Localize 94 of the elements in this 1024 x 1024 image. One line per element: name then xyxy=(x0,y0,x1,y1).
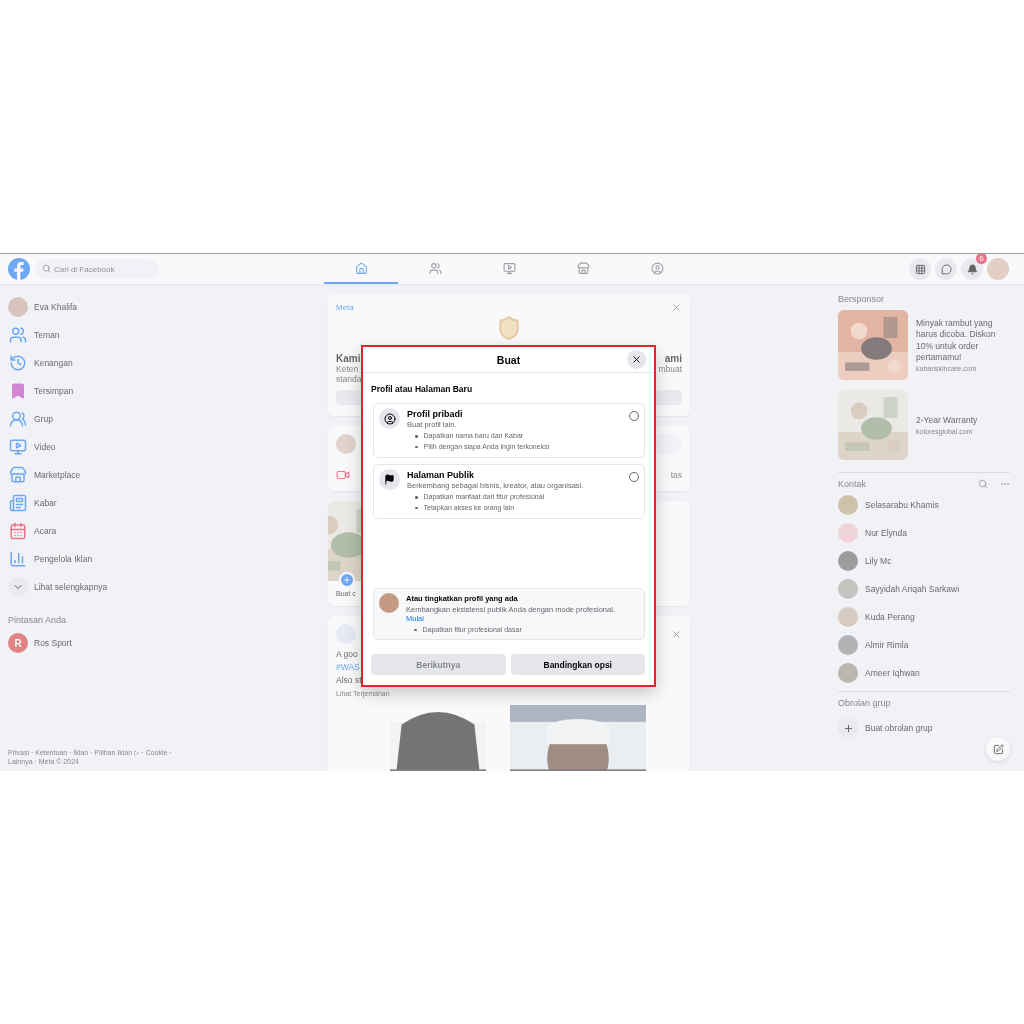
close-icon[interactable] xyxy=(671,628,682,640)
see-more-link[interactable]: Lihat selengkapnya xyxy=(34,582,108,592)
notification-badge: 6 xyxy=(976,254,987,264)
close-icon xyxy=(631,354,642,365)
sidebar-item[interactable]: Pengelola Iklan xyxy=(34,554,93,564)
messenger-button[interactable] xyxy=(935,258,957,280)
contact-avatar[interactable] xyxy=(838,523,858,543)
search-icon[interactable] xyxy=(978,479,988,489)
contact-name[interactable]: Lily Mc xyxy=(865,556,892,566)
store-icon xyxy=(576,261,590,275)
create-group-link[interactable]: Buat obrolan grup xyxy=(865,723,933,733)
compose-button[interactable] xyxy=(986,737,1010,761)
profile-avatar[interactable] xyxy=(8,297,28,317)
user-circle-icon xyxy=(379,408,400,429)
contact-avatar[interactable] xyxy=(838,551,858,571)
video-icon[interactable] xyxy=(8,437,28,457)
grid-icon xyxy=(914,263,926,275)
contact-avatar[interactable] xyxy=(838,607,858,627)
edit-icon xyxy=(992,743,1004,755)
sidebar-item[interactable]: Kenangan xyxy=(34,358,73,368)
logo-icon[interactable] xyxy=(8,258,30,280)
contact-name[interactable]: Sayyidah Ariqah Sarkawi xyxy=(865,584,960,594)
chat-bubble-icon xyxy=(940,263,952,275)
sidebar-item[interactable]: Marketplace xyxy=(34,470,81,480)
bullet-icon xyxy=(415,445,418,448)
plus-icon[interactable] xyxy=(838,718,858,738)
bullet-icon xyxy=(415,496,418,499)
menu-button[interactable] xyxy=(909,258,931,280)
sidebar-item[interactable]: Grup xyxy=(34,414,53,424)
user-circle-icon xyxy=(650,261,664,275)
profile-avatar[interactable] xyxy=(987,258,1009,280)
clock-icon[interactable] xyxy=(8,353,28,373)
shield-icon xyxy=(496,315,522,341)
bell-icon xyxy=(966,263,978,275)
contact-avatar[interactable] xyxy=(838,495,858,515)
section-title: Kontak xyxy=(838,479,867,489)
profile-name[interactable]: Eva Khalifa xyxy=(34,302,77,312)
compare-button[interactable]: Bandingkan opsi xyxy=(510,654,645,675)
bullet-icon xyxy=(414,628,417,631)
ad-text[interactable]: Minyak rambut yang harus dicoba. Diskon 10% untuk order pertamamu! xyxy=(916,317,1010,364)
section-title: Bersponsor xyxy=(838,294,885,304)
flag-icon xyxy=(379,469,400,490)
contact-name[interactable]: Kuda Perang xyxy=(865,612,915,622)
post-text: A goo xyxy=(336,648,359,661)
card-heading: Kami xyxy=(336,353,361,364)
home-icon xyxy=(354,261,368,275)
close-icon[interactable] xyxy=(671,302,682,313)
friends-icon xyxy=(428,261,442,275)
newspaper-icon[interactable] xyxy=(8,493,28,513)
option-title: Halaman Publik xyxy=(407,470,476,480)
contact-avatar[interactable] xyxy=(838,663,858,683)
video-camera-icon[interactable] xyxy=(336,468,350,482)
profile-avatar xyxy=(336,434,356,454)
bullet-icon xyxy=(415,506,418,509)
post-text: Also st xyxy=(336,674,363,687)
contact-name[interactable]: Nur Elynda xyxy=(865,528,908,538)
card-heading: ami xyxy=(664,353,682,364)
contact-avatar[interactable] xyxy=(838,635,858,655)
calendar-icon[interactable] xyxy=(8,521,28,541)
sidebar-item[interactable]: Tersimpan xyxy=(34,386,74,396)
contact-avatar[interactable] xyxy=(838,579,858,599)
bar-chart-icon[interactable] xyxy=(8,549,28,569)
store-icon[interactable] xyxy=(8,465,28,485)
page-avatar[interactable] xyxy=(336,624,356,644)
section-title: Pintasan Anda xyxy=(8,615,67,625)
card-text: mbuat xyxy=(658,364,682,374)
friends-icon[interactable] xyxy=(8,325,28,345)
ad-text[interactable]: 2-Year Warranty xyxy=(916,414,978,427)
section-title: Profil atau Halaman Baru xyxy=(371,384,474,394)
close-button[interactable] xyxy=(627,350,646,369)
sidebar-item[interactable]: Video xyxy=(34,442,56,452)
meta-brand: Meta xyxy=(336,303,354,312)
add-story-button[interactable] xyxy=(339,572,355,588)
shortcut-item[interactable]: Ros Sport xyxy=(34,638,72,648)
card-text: standa xyxy=(336,374,363,384)
card-text: Keten xyxy=(336,364,359,374)
search-field[interactable]: Cari di Facebook xyxy=(35,259,159,279)
dialog-title: Buat xyxy=(496,353,521,366)
option-title: Profil pribadi xyxy=(407,409,464,419)
sidebar-item[interactable]: Teman xyxy=(34,330,60,340)
profile-avatar xyxy=(379,592,399,613)
search-icon xyxy=(42,264,51,273)
sidebar-item[interactable]: Acara xyxy=(34,526,57,536)
contact-name[interactable]: Ameer Iqhwan xyxy=(865,668,920,678)
composer-action[interactable]: tas xyxy=(670,470,682,480)
group-icon[interactable] xyxy=(8,409,28,429)
contact-name[interactable]: Selasarabu Khamis xyxy=(865,500,939,510)
section-title: Obrolan grup xyxy=(838,698,891,708)
chevron-down-icon[interactable] xyxy=(8,577,28,597)
contact-name[interactable]: Almir Rimla xyxy=(865,640,909,650)
sidebar-item[interactable]: Kabar xyxy=(34,498,57,508)
video-icon xyxy=(502,261,516,275)
bullet-icon xyxy=(415,435,418,438)
plus-icon xyxy=(342,575,352,585)
